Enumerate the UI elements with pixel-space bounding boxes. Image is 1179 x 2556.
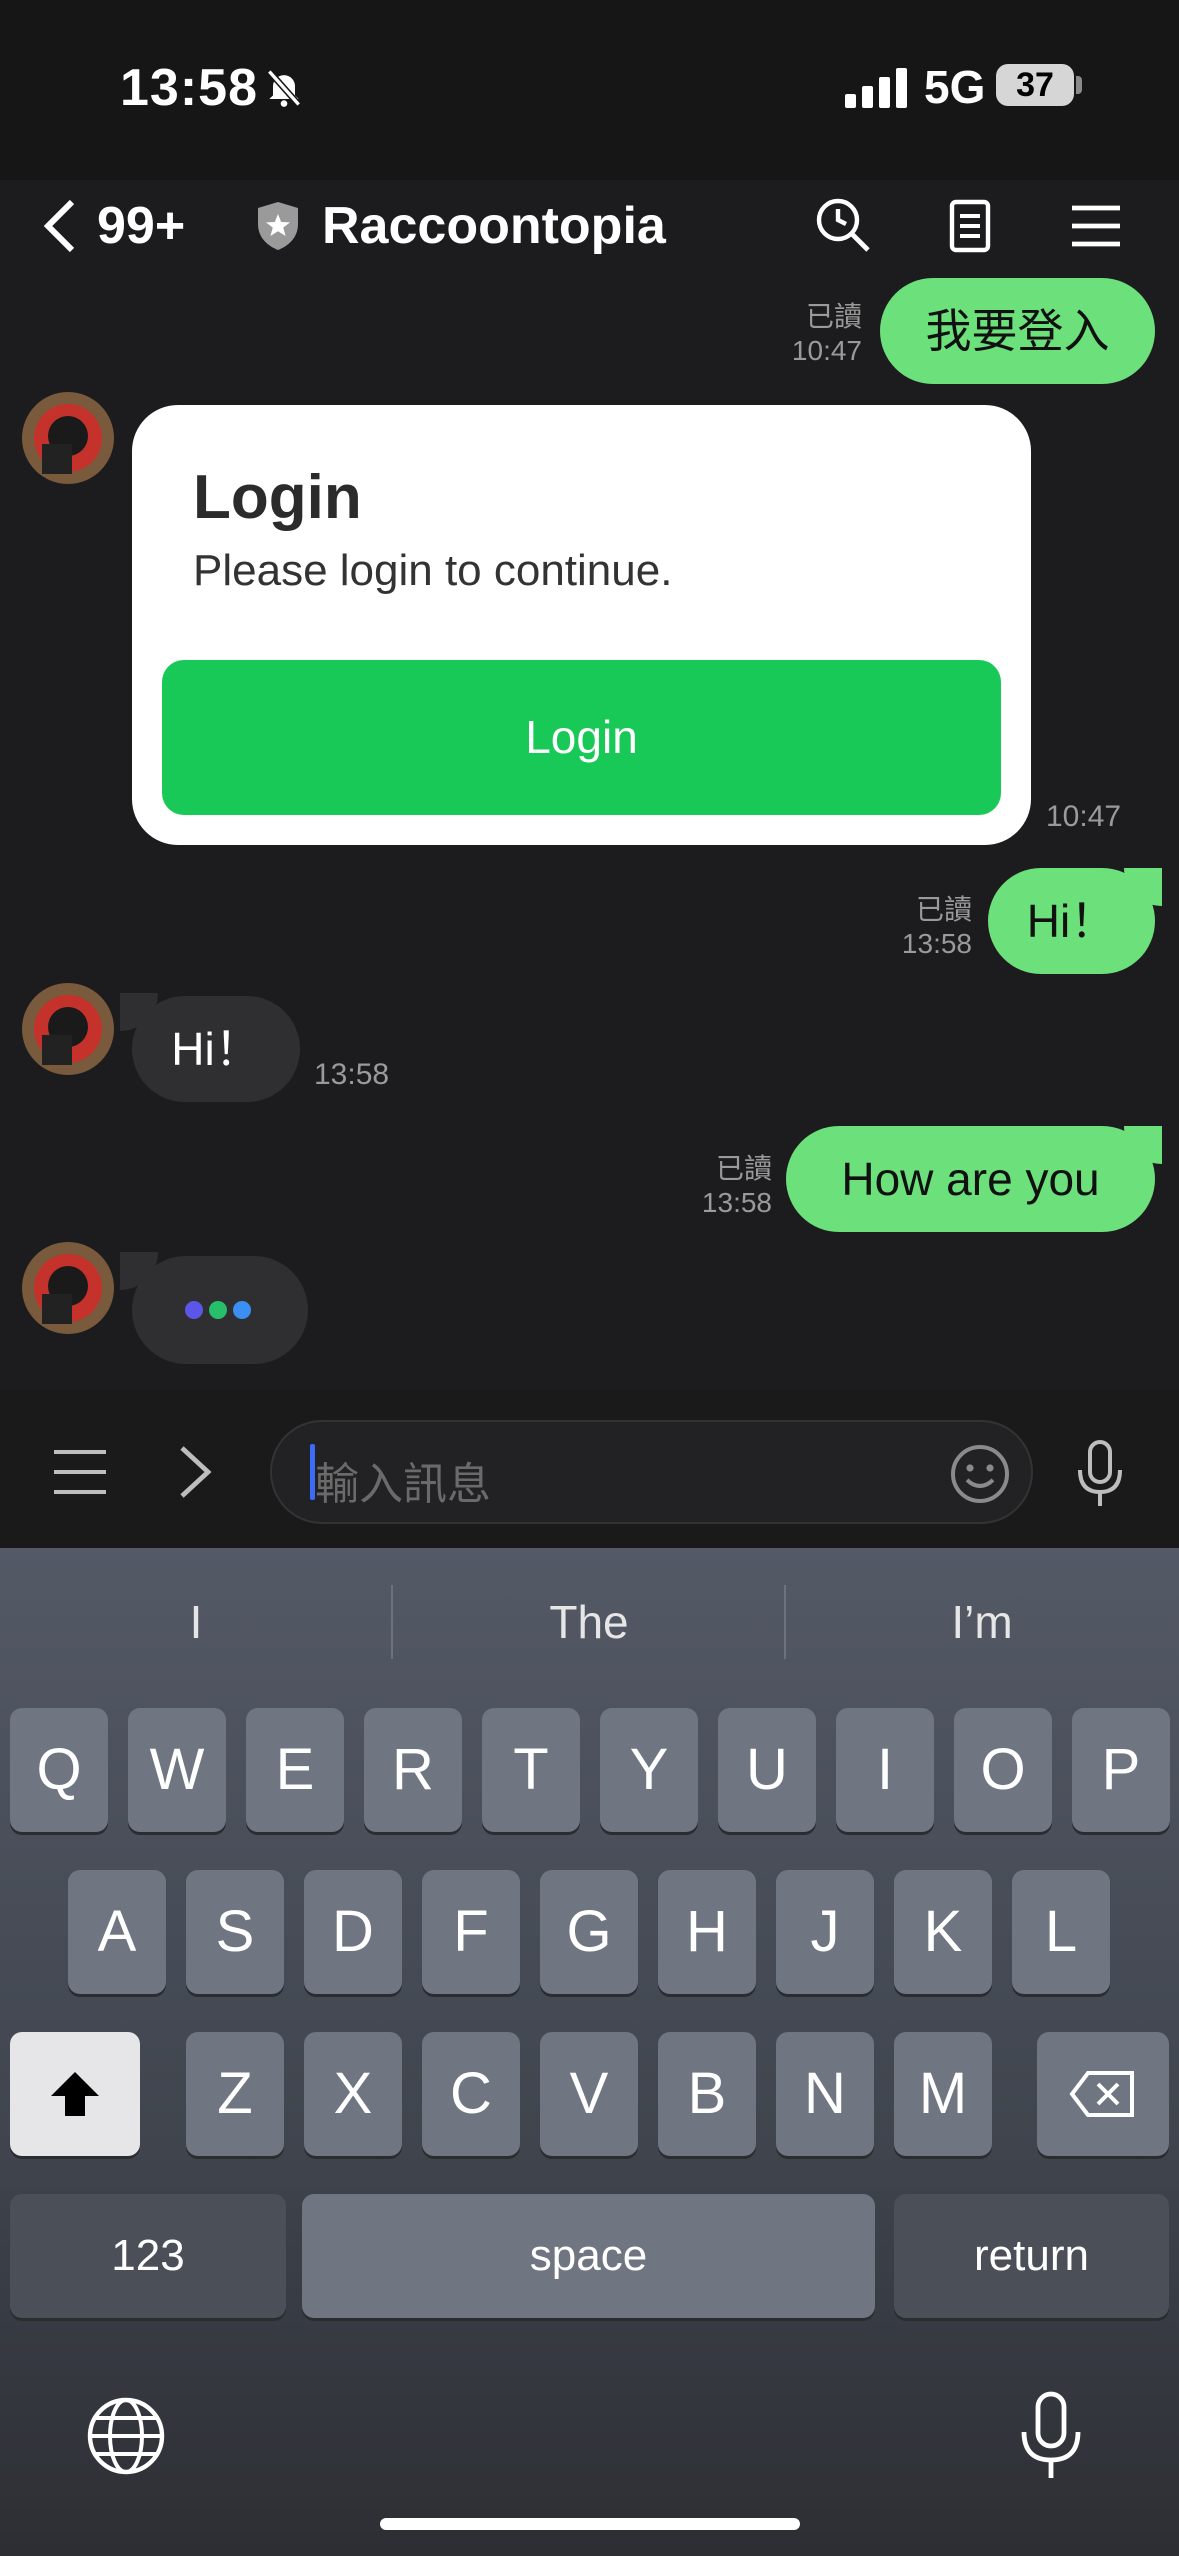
key-i[interactable]: I <box>836 1708 934 1832</box>
key-z[interactable]: Z <box>186 2032 284 2156</box>
login-card-title: Login <box>193 463 362 532</box>
login-card-subtitle: Please login to continue. <box>193 546 673 595</box>
key-o[interactable]: O <box>954 1708 1052 1832</box>
search-history-icon[interactable] <box>814 196 874 256</box>
battery-tip <box>1076 76 1082 94</box>
return-key[interactable]: return <box>894 2194 1169 2318</box>
chat-title: Raccoontopia <box>322 197 666 255</box>
key-p[interactable]: P <box>1072 1708 1170 1832</box>
dictation-microphone-icon[interactable] <box>1018 2390 1084 2482</box>
space-key[interactable]: space <box>302 2194 875 2318</box>
key-e[interactable]: E <box>246 1708 344 1832</box>
silent-bell-icon <box>266 69 302 107</box>
message-time: 10:47 <box>1046 800 1122 833</box>
key-b[interactable]: B <box>658 2032 756 2156</box>
key-j[interactable]: J <box>776 1870 874 1994</box>
other-message-bubble[interactable]: Hi！ <box>132 996 300 1102</box>
shield-icon <box>258 202 298 250</box>
menu-icon[interactable] <box>50 1444 110 1500</box>
message-input-placeholder: 輸入訊息 <box>315 1460 491 1509</box>
key-m[interactable]: M <box>894 2032 992 2156</box>
key-t[interactable]: T <box>482 1708 580 1832</box>
microphone-icon[interactable] <box>1074 1438 1126 1510</box>
delete-key[interactable] <box>1037 2032 1169 2156</box>
suggestion-2[interactable]: The <box>393 1595 785 1649</box>
notes-icon[interactable] <box>940 196 1000 256</box>
emoji-icon[interactable] <box>948 1442 1012 1506</box>
status-time: 13:58 <box>120 59 258 117</box>
typing-dots-icon <box>185 1301 251 1319</box>
avatar[interactable] <box>22 1242 114 1334</box>
key-g[interactable]: G <box>540 1870 638 1994</box>
numbers-key[interactable]: 123 <box>10 2194 286 2318</box>
key-u[interactable]: U <box>718 1708 816 1832</box>
typing-indicator <box>132 1256 308 1364</box>
key-r[interactable]: R <box>364 1708 462 1832</box>
globe-icon[interactable] <box>84 2394 168 2478</box>
key-a[interactable]: A <box>68 1870 166 1994</box>
login-button[interactable]: Login <box>162 660 1001 815</box>
my-message-bubble[interactable]: How are you <box>786 1126 1155 1232</box>
key-k[interactable]: K <box>894 1870 992 1994</box>
my-message-bubble[interactable]: 我要登入 <box>880 278 1155 384</box>
unread-count[interactable]: 99+ <box>97 196 185 256</box>
home-indicator[interactable] <box>380 2518 800 2530</box>
key-l[interactable]: L <box>1012 1870 1110 1994</box>
key-h[interactable]: H <box>658 1870 756 1994</box>
key-x[interactable]: X <box>304 2032 402 2156</box>
key-q[interactable]: Q <box>10 1708 108 1832</box>
backspace-icon <box>1069 2071 1134 2117</box>
shift-arrow-icon <box>51 2072 99 2116</box>
signal-icon <box>845 68 907 108</box>
key-f[interactable]: F <box>422 1870 520 1994</box>
network-type: 5G <box>924 61 986 113</box>
key-v[interactable]: V <box>540 2032 638 2156</box>
suggestion-3[interactable]: I’m <box>786 1595 1178 1649</box>
avatar[interactable] <box>22 983 114 1075</box>
key-d[interactable]: D <box>304 1870 402 1994</box>
menu-icon[interactable] <box>1066 196 1126 256</box>
key-c[interactable]: C <box>422 2032 520 2156</box>
key-y[interactable]: Y <box>600 1708 698 1832</box>
shift-key[interactable] <box>10 2032 140 2156</box>
read-receipt: 已讀 13:58 <box>701 1153 772 1218</box>
key-s[interactable]: S <box>186 1870 284 1994</box>
message-time: 13:58 <box>314 1058 390 1091</box>
read-receipt: 已讀 10:47 <box>791 301 862 366</box>
suggestion-1[interactable]: I <box>0 1595 392 1649</box>
battery-indicator: 37 <box>996 64 1074 106</box>
back-chevron-icon[interactable] <box>40 198 80 254</box>
chevron-right-icon[interactable] <box>176 1442 214 1502</box>
avatar[interactable] <box>22 392 114 484</box>
key-n[interactable]: N <box>776 2032 874 2156</box>
read-receipt: 已讀 13:58 <box>901 894 972 959</box>
key-w[interactable]: W <box>128 1708 226 1832</box>
